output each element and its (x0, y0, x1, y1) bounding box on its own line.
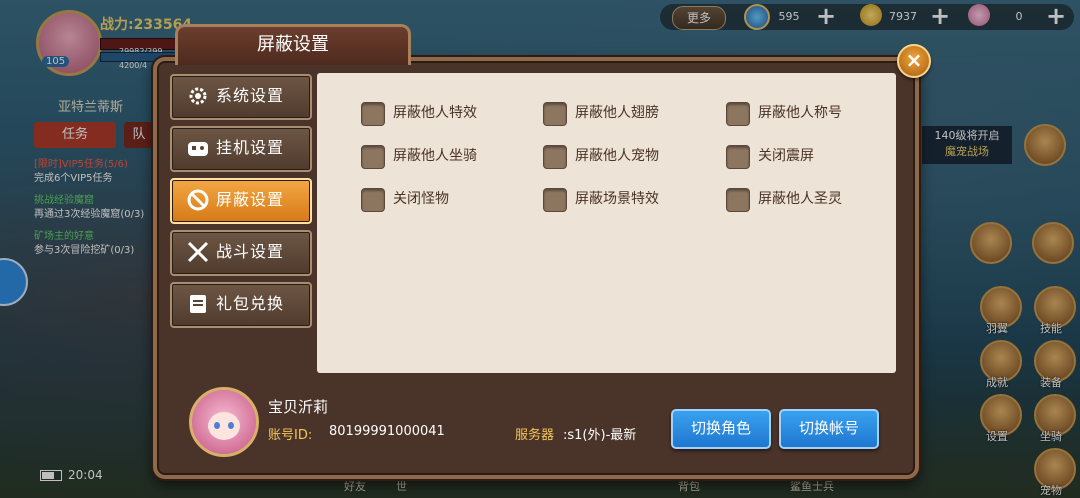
avatar-eye (228, 422, 234, 429)
option-label: 屏蔽他人宠物 (575, 148, 659, 164)
checkbox[interactable] (543, 145, 567, 169)
account-id-value: 80199991000041 (329, 424, 445, 439)
option-label: 屏蔽场景特效 (575, 191, 659, 207)
nav-block-settings[interactable]: 屏蔽设置 (170, 178, 312, 224)
option-label: 关闭怪物 (393, 191, 449, 207)
nav-label: 屏蔽设置 (216, 190, 285, 209)
avatar-face (208, 412, 240, 440)
option-label: 屏蔽他人特效 (393, 105, 477, 121)
nav-gift-redeem[interactable]: 礼包兑换 (170, 282, 312, 328)
gift-note-icon (190, 295, 206, 313)
checkbox[interactable] (543, 102, 567, 126)
checkbox[interactable] (726, 102, 750, 126)
server-label: 服务器 (515, 428, 555, 443)
checkbox[interactable] (361, 102, 385, 126)
nav-idle-settings[interactable]: 挂机设置 (170, 126, 312, 172)
player-avatar (189, 387, 259, 457)
option-label: 屏蔽他人坐骑 (393, 148, 477, 164)
nav-battle-settings[interactable]: 战斗设置 (170, 230, 312, 276)
checkbox[interactable] (726, 188, 750, 212)
nav-label: 系统设置 (216, 86, 285, 105)
option-label: 屏蔽他人圣灵 (758, 191, 842, 207)
nav-label: 战斗设置 (216, 242, 285, 261)
dialog-title: 屏蔽设置 (175, 24, 411, 65)
server-value: :s1(外)-最新 (563, 428, 637, 443)
nav-label: 礼包兑换 (216, 294, 285, 313)
nav-label: 挂机设置 (216, 138, 285, 157)
checkbox[interactable] (726, 145, 750, 169)
crossed-swords-icon (187, 241, 209, 263)
option-label: 屏蔽他人翅膀 (575, 105, 659, 121)
gamepad-icon (188, 142, 208, 156)
avatar-eye (214, 422, 220, 429)
option-label: 关闭震屏 (758, 148, 814, 164)
account-id-label: 账号ID: (268, 428, 313, 443)
switch-account-button[interactable]: 切换帐号 (779, 409, 879, 449)
block-icon (187, 189, 209, 211)
checkbox[interactable] (543, 188, 567, 212)
nav-system-settings[interactable]: 系统设置 (170, 74, 312, 120)
player-name: 宝贝沂莉 (268, 398, 329, 416)
close-button[interactable]: × (897, 44, 931, 78)
gear-icon (189, 87, 207, 105)
option-label: 屏蔽他人称号 (758, 105, 842, 121)
checkbox[interactable] (361, 145, 385, 169)
switch-role-button[interactable]: 切换角色 (671, 409, 771, 449)
checkbox[interactable] (361, 188, 385, 212)
